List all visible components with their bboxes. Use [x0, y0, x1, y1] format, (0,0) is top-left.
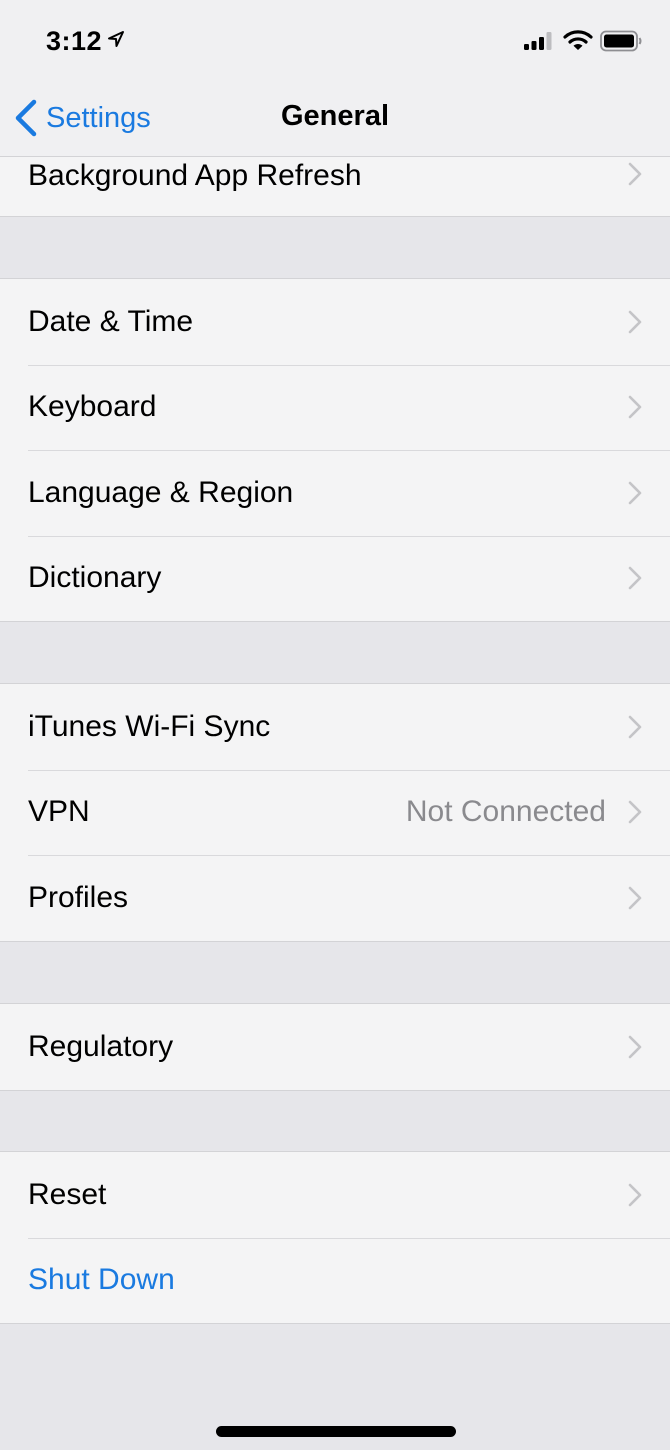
chevron-right-icon — [628, 162, 642, 185]
row-label: iTunes Wi-Fi Sync — [28, 709, 271, 743]
chevron-right-icon — [628, 481, 642, 505]
row-label: Background App Refresh — [28, 158, 362, 192]
row-language-region[interactable]: Language & Region — [0, 450, 670, 536]
row-label: Profiles — [28, 880, 129, 914]
row-label: Language & Region — [28, 475, 294, 509]
row-label: Dictionary — [28, 561, 162, 595]
chevron-right-icon — [628, 310, 642, 334]
cellular-signal-icon — [524, 32, 552, 50]
chevron-right-icon — [628, 395, 642, 419]
battery-icon — [600, 30, 642, 52]
row-profiles[interactable]: Profiles — [0, 855, 670, 941]
row-label: Keyboard — [28, 390, 157, 424]
row-keyboard[interactable]: Keyboard — [0, 364, 670, 451]
row-dictionary[interactable]: Dictionary — [0, 535, 670, 622]
row-reset[interactable]: Reset — [0, 1152, 670, 1238]
chevron-right-icon — [628, 566, 642, 590]
group-regulatory: Regulatory — [0, 1003, 670, 1091]
row-date-time[interactable]: Date & Time — [0, 279, 670, 365]
row-itunes-wifi-sync[interactable]: iTunes Wi-Fi Sync — [0, 684, 670, 770]
row-vpn[interactable]: VPN Not Connected — [0, 769, 670, 856]
chevron-right-icon — [628, 886, 642, 910]
row-label: Date & Time — [28, 304, 194, 338]
wifi-icon — [563, 30, 593, 50]
shut-down-button[interactable]: Shut Down — [0, 1237, 670, 1324]
navigation-bar: 3:12 Settings General — [0, 0, 670, 157]
row-label: Regulatory — [28, 1029, 174, 1063]
chevron-right-icon — [628, 715, 642, 739]
chevron-right-icon — [628, 1183, 642, 1207]
chevron-right-icon — [628, 800, 642, 824]
row-label: VPN — [28, 795, 90, 829]
row-label: Reset — [28, 1177, 107, 1211]
group-sync-vpn: iTunes Wi-Fi Sync VPN Not Connected Prof… — [0, 683, 670, 942]
group-date-keyboard: Date & Time Keyboard Language & Region D… — [0, 278, 670, 622]
group-reset-shutdown: Reset Shut Down — [0, 1151, 670, 1324]
home-indicator[interactable] — [216, 1426, 456, 1437]
vpn-status-value: Not Connected — [405, 795, 606, 829]
location-arrow-icon — [108, 31, 124, 47]
status-time: 3:12 — [46, 26, 103, 56]
row-label: Shut Down — [28, 1263, 175, 1297]
chevron-right-icon — [628, 1035, 642, 1059]
settings-general-screen: Background App Refresh Date & Time Keybo… — [0, 0, 670, 1450]
row-regulatory[interactable]: Regulatory — [0, 1004, 670, 1090]
page-title: General — [281, 100, 389, 132]
